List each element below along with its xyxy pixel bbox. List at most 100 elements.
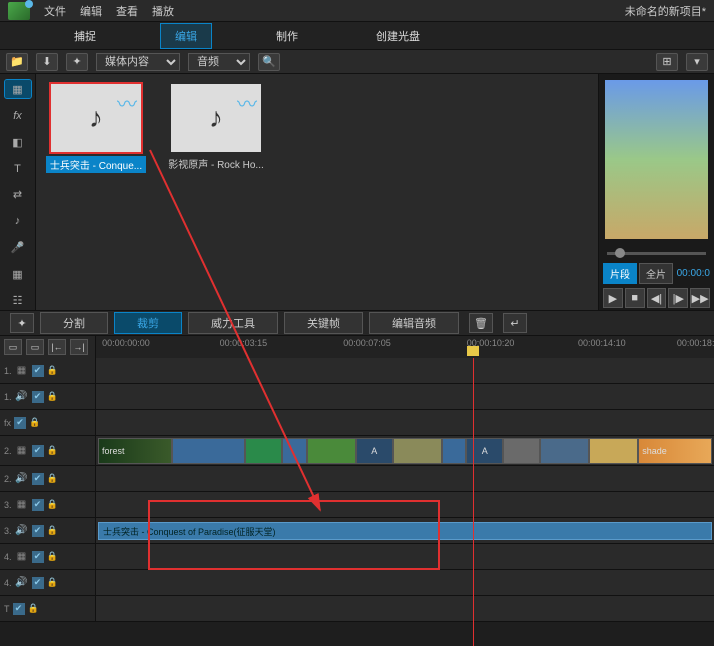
media-filter-select[interactable]: 媒体内容	[96, 53, 180, 71]
clip-transition[interactable]: A	[466, 438, 503, 464]
track-enable-toggle[interactable]: ✔	[32, 473, 44, 485]
track-enable-toggle[interactable]: ✔	[14, 417, 26, 429]
play-button[interactable]: ▶	[603, 288, 623, 308]
room-fx[interactable]: fx	[5, 106, 31, 124]
track-lock-toggle[interactable]: 🔒	[47, 365, 58, 376]
clip[interactable]	[282, 438, 307, 464]
edit-audio-button[interactable]: 编辑音频	[369, 312, 459, 334]
track-enable-toggle[interactable]: ✔	[32, 391, 44, 403]
clip[interactable]	[245, 438, 282, 464]
clip[interactable]	[393, 438, 442, 464]
clip[interactable]	[172, 438, 246, 464]
track-lane[interactable]	[96, 358, 714, 383]
tab-edit[interactable]: 编辑	[160, 23, 212, 49]
split-button[interactable]: 分割	[40, 312, 108, 334]
keyframe-button[interactable]: 关键帧	[284, 312, 363, 334]
clip-transition[interactable]: A	[356, 438, 393, 464]
track-lock-toggle[interactable]: 🔒	[47, 473, 58, 484]
clip[interactable]	[589, 438, 638, 464]
room-media[interactable]: ▦	[5, 80, 31, 98]
clip[interactable]	[503, 438, 540, 464]
track-lane[interactable]	[96, 492, 714, 517]
download-button[interactable]: ⬇	[36, 53, 58, 71]
view-more-button[interactable]: ▾	[686, 53, 708, 71]
clip-forest[interactable]: forest	[98, 438, 172, 464]
track-view-2[interactable]: ▭	[26, 339, 44, 355]
track-enable-toggle[interactable]: ✔	[32, 445, 44, 457]
media-type-select[interactable]: 音频	[188, 53, 250, 71]
more-actions-button[interactable]: ↵	[503, 313, 527, 333]
track-lock-toggle[interactable]: 🔒	[47, 577, 58, 588]
search-icon: 🔍	[262, 55, 276, 68]
track-enable-toggle[interactable]: ✔	[32, 499, 44, 511]
track-view-4[interactable]: →|	[70, 339, 88, 355]
menu-file[interactable]: 文件	[44, 3, 66, 19]
track-enable-toggle[interactable]: ✔	[32, 577, 44, 589]
room-transition[interactable]: ⇄	[5, 186, 31, 204]
import-media-button[interactable]: 📁	[6, 53, 28, 71]
room-audio[interactable]: ♪	[5, 212, 31, 230]
track-lane[interactable]	[96, 544, 714, 569]
track-lane[interactable]	[96, 596, 714, 621]
stop-button[interactable]: ■	[625, 288, 645, 308]
track-lane[interactable]	[96, 384, 714, 409]
preview-scrubber[interactable]	[599, 245, 714, 261]
preview-mode-clip[interactable]: 片段	[603, 263, 637, 284]
clip-shade[interactable]: shade	[638, 438, 712, 464]
track-enable-toggle[interactable]: ✔	[32, 525, 44, 537]
trim-button[interactable]: 裁剪	[114, 312, 182, 334]
timeline-tracks: 1.▦✔🔒 1.🔊✔🔒 fx✔🔒 2.▦✔🔒 forest A A	[0, 358, 714, 646]
track-enable-toggle[interactable]: ✔	[13, 603, 25, 615]
clip[interactable]	[307, 438, 356, 464]
track-lock-toggle[interactable]: 🔒	[47, 499, 58, 510]
track-lock-toggle[interactable]: 🔒	[28, 603, 39, 614]
clip[interactable]	[442, 438, 467, 464]
media-item-2[interactable]: ♪ 〰 影视原声 - Rock Ho...	[166, 84, 266, 171]
track-lane[interactable]: 士兵突击 - Conquest of Paradise(征服天堂)	[96, 518, 714, 543]
view-grid-button[interactable]: ⊞	[656, 53, 678, 71]
clip[interactable]	[540, 438, 589, 464]
track-lane[interactable]	[96, 466, 714, 491]
track-lock-toggle[interactable]: 🔒	[47, 445, 58, 456]
delete-button[interactable]: 🗑	[469, 313, 493, 333]
audio-clip[interactable]: 士兵突击 - Conquest of Paradise(征服天堂)	[98, 522, 712, 540]
room-pip[interactable]: ◧	[5, 133, 31, 151]
track-enable-toggle[interactable]: ✔	[32, 551, 44, 563]
search-button[interactable]: 🔍	[258, 53, 280, 71]
magic-tool-button[interactable]: ✦	[10, 313, 34, 333]
fast-forward-button[interactable]: ▶▶	[690, 288, 710, 308]
next-frame-button[interactable]: |▶	[668, 288, 688, 308]
room-chapter[interactable]: ▦	[5, 265, 31, 283]
menu-view[interactable]: 查看	[116, 3, 138, 19]
track-enable-toggle[interactable]: ✔	[32, 365, 44, 377]
menu-bar: 文件 编辑 查看 播放 未命名的新项目*	[0, 0, 714, 22]
prev-frame-button[interactable]: ◀|	[647, 288, 667, 308]
track-lock-toggle[interactable]: 🔒	[47, 391, 58, 402]
preview-mode-movie[interactable]: 全片	[639, 263, 673, 284]
track-view-3[interactable]: |←	[48, 339, 66, 355]
tab-disc[interactable]: 创建光盘	[362, 24, 434, 48]
plugin-button[interactable]: ✦	[66, 53, 88, 71]
track-lock-toggle[interactable]: 🔒	[47, 525, 58, 536]
track-lock-toggle[interactable]: 🔒	[47, 551, 58, 562]
timeline-ruler[interactable]: 00:00:00:00 00:00:03:15 00:00:07:05 00:0…	[96, 336, 714, 358]
track-title: T✔🔒	[0, 596, 714, 622]
room-subtitle[interactable]: ☷	[5, 292, 31, 310]
room-voice[interactable]: 🎤	[5, 239, 31, 257]
title-icon: T	[14, 163, 21, 175]
track-lock-toggle[interactable]: 🔒	[29, 417, 40, 428]
tab-produce[interactable]: 制作	[262, 24, 312, 48]
track-index: 1.	[4, 366, 12, 376]
track-view-1[interactable]: ▭	[4, 339, 22, 355]
room-title[interactable]: T	[5, 159, 31, 177]
track-lane[interactable]: forest A A shade	[96, 436, 714, 465]
scrubber-thumb[interactable]	[615, 248, 625, 258]
playhead-handle[interactable]	[467, 346, 479, 356]
power-tools-button[interactable]: 威力工具	[188, 312, 278, 334]
track-lane[interactable]	[96, 410, 714, 435]
track-lane[interactable]	[96, 570, 714, 595]
menu-play[interactable]: 播放	[152, 3, 174, 19]
tab-capture[interactable]: 捕捉	[60, 24, 110, 48]
media-item-1[interactable]: ♪ 〰 士兵突击 - Conque...	[46, 84, 146, 173]
menu-edit[interactable]: 编辑	[80, 3, 102, 19]
